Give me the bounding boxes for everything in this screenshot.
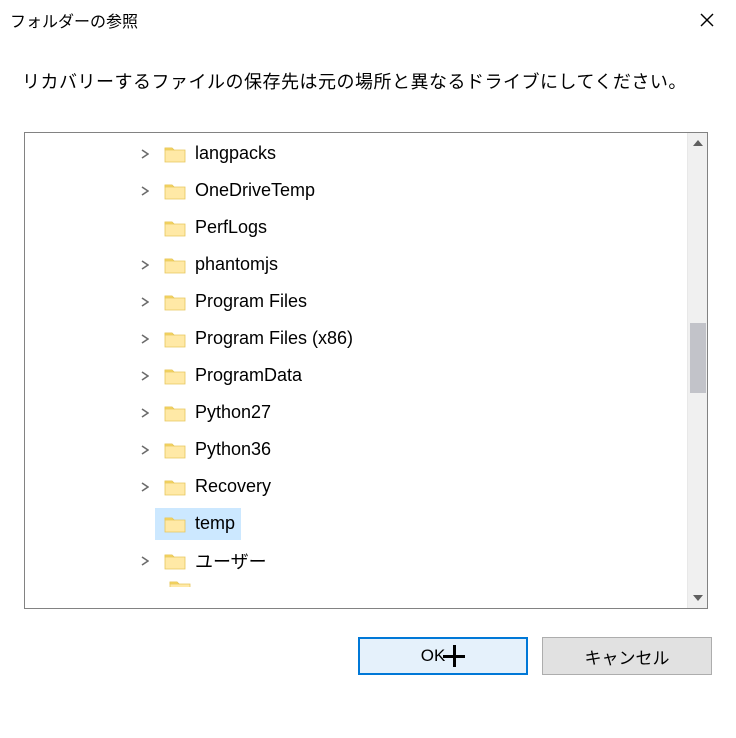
expand-chevron-icon[interactable]	[135, 445, 155, 455]
tree-item-label-wrap[interactable]: Program Files (x86)	[155, 323, 359, 355]
tree-item[interactable]: PerfLogs	[25, 209, 687, 246]
expand-chevron-icon[interactable]	[135, 149, 155, 159]
tree-item-label-wrap[interactable]: Recovery	[155, 471, 277, 503]
scroll-up-button[interactable]	[688, 133, 707, 153]
expand-chevron-icon[interactable]	[135, 334, 155, 344]
dialog-buttons: OK キャンセル	[0, 609, 736, 675]
tree-item-label-wrap[interactable]: temp	[155, 508, 241, 540]
instruction-text: リカバリーするファイルの保存先は元の場所と異なるドライブにしてください。	[0, 40, 736, 112]
tree-item-label-wrap[interactable]: Python27	[155, 397, 277, 429]
tree-item-label-wrap[interactable]: PerfLogs	[155, 212, 273, 244]
folder-icon	[163, 477, 187, 497]
expand-chevron-icon[interactable]	[135, 482, 155, 492]
tree-item[interactable]: Recovery	[25, 468, 687, 505]
folder-icon	[163, 181, 187, 201]
expand-chevron-icon[interactable]	[135, 297, 155, 307]
window-title: フォルダーの参照	[10, 8, 138, 32]
tree-item-label-wrap[interactable]: Program Files	[155, 286, 313, 318]
titlebar: フォルダーの参照	[0, 0, 736, 40]
ok-button[interactable]: OK	[358, 637, 528, 675]
tree-item-label: ユーザー	[195, 548, 267, 574]
tree-item-label: langpacks	[195, 143, 276, 164]
tree-item[interactable]: OneDriveTemp	[25, 172, 687, 209]
folder-icon	[163, 144, 187, 164]
folder-icon	[163, 440, 187, 460]
folder-icon	[163, 255, 187, 275]
tree-item-label: temp	[195, 513, 235, 534]
tree-item[interactable]: Program Files	[25, 283, 687, 320]
expand-chevron-icon[interactable]	[135, 556, 155, 566]
tree-item-label-wrap[interactable]: langpacks	[155, 138, 282, 170]
tree-item[interactable]: ユーザー	[25, 542, 687, 579]
folder-icon	[163, 403, 187, 423]
folder-icon	[163, 292, 187, 312]
tree-item[interactable]: Python27	[25, 394, 687, 431]
tree-item[interactable]: temp	[25, 505, 687, 542]
expand-chevron-icon[interactable]	[135, 186, 155, 196]
folder-tree-viewport[interactable]: langpacks OneDriveTemp PerfLogs phantomjs Pr…	[25, 133, 687, 608]
folder-icon	[163, 366, 187, 386]
tree-item-label: ProgramData	[195, 365, 302, 386]
tree-item-label: Python27	[195, 402, 271, 423]
tree-item-label: Program Files (x86)	[195, 328, 353, 349]
folder-icon	[163, 218, 187, 238]
tree-item-label: Recovery	[195, 476, 271, 497]
expand-chevron-icon[interactable]	[135, 260, 155, 270]
tree-item-label-wrap[interactable]: Python36	[155, 434, 277, 466]
cancel-button-label: キャンセル	[585, 644, 670, 669]
tree-item-label-wrap[interactable]: ユーザー	[155, 545, 273, 577]
expand-chevron-icon[interactable]	[135, 371, 155, 381]
folder-icon	[163, 329, 187, 349]
tree-item[interactable]: ProgramData	[25, 357, 687, 394]
cancel-button[interactable]: キャンセル	[542, 637, 712, 675]
folder-icon	[163, 514, 187, 534]
close-button[interactable]	[684, 4, 730, 36]
tree-item-label: Python36	[195, 439, 271, 460]
close-icon	[700, 13, 714, 27]
tree-item-partial	[25, 579, 687, 587]
chevron-up-icon	[693, 140, 703, 146]
expand-chevron-icon[interactable]	[135, 408, 155, 418]
chevron-down-icon	[693, 595, 703, 601]
tree-item[interactable]: phantomjs	[25, 246, 687, 283]
scrollbar-thumb[interactable]	[690, 323, 706, 393]
tree-item[interactable]: langpacks	[25, 135, 687, 172]
tree-item[interactable]: Python36	[25, 431, 687, 468]
folder-icon	[163, 551, 187, 571]
tree-item[interactable]: Program Files (x86)	[25, 320, 687, 357]
folder-tree: langpacks OneDriveTemp PerfLogs phantomjs Pr…	[24, 132, 708, 609]
tree-item-label-wrap[interactable]: phantomjs	[155, 249, 284, 281]
tree-item-label: PerfLogs	[195, 217, 267, 238]
scroll-down-button[interactable]	[688, 588, 707, 608]
tree-item-label: OneDriveTemp	[195, 180, 315, 201]
cursor-crosshair-icon	[443, 645, 465, 667]
tree-item-label-wrap[interactable]: OneDriveTemp	[155, 175, 321, 207]
tree-item-label: Program Files	[195, 291, 307, 312]
folder-icon	[169, 579, 191, 587]
vertical-scrollbar[interactable]	[687, 133, 707, 608]
tree-item-label: phantomjs	[195, 254, 278, 275]
tree-item-label-wrap[interactable]: ProgramData	[155, 360, 308, 392]
ok-button-label: OK	[421, 646, 446, 666]
